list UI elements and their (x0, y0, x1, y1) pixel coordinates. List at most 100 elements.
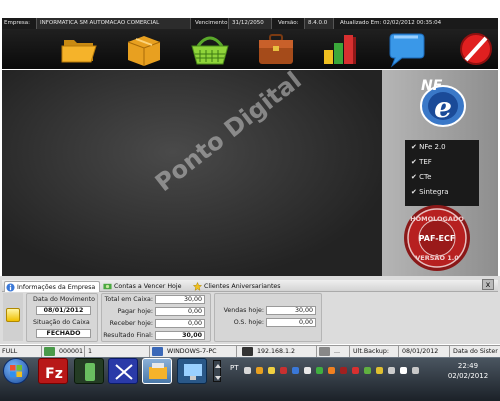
menu-item-sintegra[interactable]: ✔ Sintegra (411, 186, 449, 198)
data-movimento-label: Data do Movimento (33, 296, 95, 303)
tab-company-info[interactable]: Informações da Empresa (4, 281, 100, 292)
status-system-date: Data do Sister (453, 348, 498, 355)
status-number: 1 (86, 346, 150, 357)
resultado-label: Resultado Final: (103, 332, 153, 339)
taskbar-pos-app[interactable] (142, 358, 172, 384)
computer-icon (152, 347, 163, 356)
os-label: O.S. hoje: (233, 319, 264, 326)
status-bar: FULL 000001 1 WINDOWS-7-PC 192.168.1.2 .… (0, 345, 500, 357)
tray-icon-1[interactable] (244, 367, 251, 374)
finance-button[interactable] (254, 30, 298, 68)
situacao-value: FECHADO (36, 329, 91, 338)
tray-icon-9[interactable] (340, 367, 347, 374)
app-phone-icon (85, 363, 95, 381)
data-movimento-value: 08/01/2012 (36, 306, 91, 315)
windows-logo-icon (10, 365, 22, 377)
chat-bubble-icon (389, 33, 425, 68)
svg-text:Fz: Fz (45, 366, 63, 382)
pagar-value: 0,00 (155, 307, 205, 316)
tray-icon-2[interactable] (256, 367, 263, 374)
flag-icon[interactable] (400, 367, 407, 374)
receber-value: 0,00 (155, 319, 205, 328)
start-button[interactable] (3, 358, 29, 384)
tray-icon-5[interactable] (292, 367, 299, 374)
exit-button[interactable] (452, 30, 496, 68)
tray-icon-6[interactable] (304, 367, 311, 374)
vencimento-label: Vencimento: (195, 20, 230, 26)
empresa-label: Empresa: (4, 20, 30, 26)
volume-icon[interactable] (388, 367, 395, 374)
panel-close-button[interactable]: x (482, 279, 494, 290)
briefcase-icon (259, 34, 293, 64)
tray-icon-3[interactable] (268, 367, 275, 374)
taskbar-app-3[interactable] (108, 358, 138, 384)
status-dots: ... (332, 346, 350, 357)
taskbar-clock[interactable]: 22:49 02/02/2012 (442, 361, 494, 381)
taskbar-app-2[interactable] (74, 358, 104, 384)
app-window: Empresa: INFORMATICA SM AUTOMACAO COMERC… (0, 0, 500, 401)
status-backup-label: Ult.Backup: (351, 346, 399, 357)
products-button[interactable] (122, 30, 166, 68)
network-icon (242, 347, 253, 356)
empresa-value: INFORMATICA SM AUTOMACAO COMERCIAL (36, 18, 191, 29)
lightning-icon[interactable] (6, 308, 20, 322)
app-grid-icon (115, 364, 133, 380)
tray-icon-7[interactable] (316, 367, 323, 374)
menu-item-nfe[interactable]: ✔ NFe 2.0 (411, 141, 446, 153)
tray-icon-8[interactable] (328, 367, 335, 374)
svg-text:e: e (434, 91, 452, 124)
versao-value: 8.4.0.0 (304, 18, 334, 29)
open-folder-icon (61, 40, 97, 63)
svg-text:NF: NF (421, 78, 443, 94)
situacao-label: Situação do Caixa (33, 319, 90, 326)
resultado-value: 30,00 (155, 331, 205, 340)
tray-icon-11[interactable] (364, 367, 371, 374)
os-value: 0,00 (266, 318, 316, 327)
menu-item-cte[interactable]: ✔ CTe (411, 171, 431, 183)
taskbar-filezilla[interactable]: Fz (38, 358, 68, 384)
reports-button[interactable] (318, 30, 362, 68)
tab-birthday-customers[interactable]: Clientes Aniversariantes (192, 281, 292, 292)
menu-item-tef[interactable]: ✔ TEF (411, 156, 432, 168)
star-icon (193, 282, 202, 291)
atualizado-label: Atualizado Em: 02/02/2012 00:35:04 (340, 20, 442, 26)
scroll-arrows-icon (215, 364, 221, 380)
seal-center-text: PAF-ECF (419, 234, 456, 243)
status-backup-value: 08/01/2012 (400, 346, 450, 357)
seal-bottom-text: VERSÃO 1.0 (415, 253, 459, 262)
status-computer: WINDOWS-7-PC (165, 346, 237, 357)
clock-time: 22:49 (457, 362, 479, 370)
language-indicator[interactable]: PT (230, 364, 239, 372)
tab-bills-due-today[interactable]: Contas a Vencer Hoje (102, 281, 190, 292)
versao-label: Versão: (278, 20, 299, 26)
tray-icon-4[interactable] (280, 367, 287, 374)
receber-label: Receber hoje: (109, 320, 153, 327)
clock-date: 02/02/2012 (447, 372, 489, 380)
nfe-menu: ✔ NFe 2.0 ✔ TEF ✔ CTe ✔ Sintegra (405, 140, 479, 206)
pos-app-icon (149, 363, 167, 379)
sales-button[interactable] (188, 30, 232, 68)
printer-icon (319, 347, 330, 356)
taskbar-scroll[interactable] (213, 360, 221, 382)
company-info-bar: Empresa: INFORMATICA SM AUTOMACAO COMERC… (2, 18, 498, 29)
status-ip: 192.168.1.2 (255, 346, 317, 357)
user-icon (44, 347, 55, 356)
taskbar-remote-desktop[interactable] (177, 358, 207, 384)
network-tray-icon[interactable] (412, 367, 419, 374)
total-caixa-label: Total em Caixa: (104, 296, 153, 303)
main-toolbar (2, 29, 498, 69)
seal-top-text: HOMOLOGADO (410, 215, 464, 223)
info-tabs: Informações da Empresa Contas a Vencer H… (2, 280, 498, 292)
bar-chart-icon (324, 35, 356, 64)
messages-button[interactable] (384, 30, 428, 68)
open-folder-button[interactable] (58, 30, 102, 68)
box-icon (127, 36, 161, 66)
status-mode: FULL (0, 346, 42, 357)
exit-icon (460, 33, 492, 65)
tray-icon-10[interactable] (352, 367, 359, 374)
nfe-logo[interactable]: e NF (405, 72, 469, 130)
pagar-label: Pagar hoje: (117, 308, 153, 315)
nfe-logo-icon: e NF (420, 78, 466, 127)
tray-icon-12[interactable] (376, 367, 383, 374)
filezilla-icon: Fz (45, 366, 63, 382)
